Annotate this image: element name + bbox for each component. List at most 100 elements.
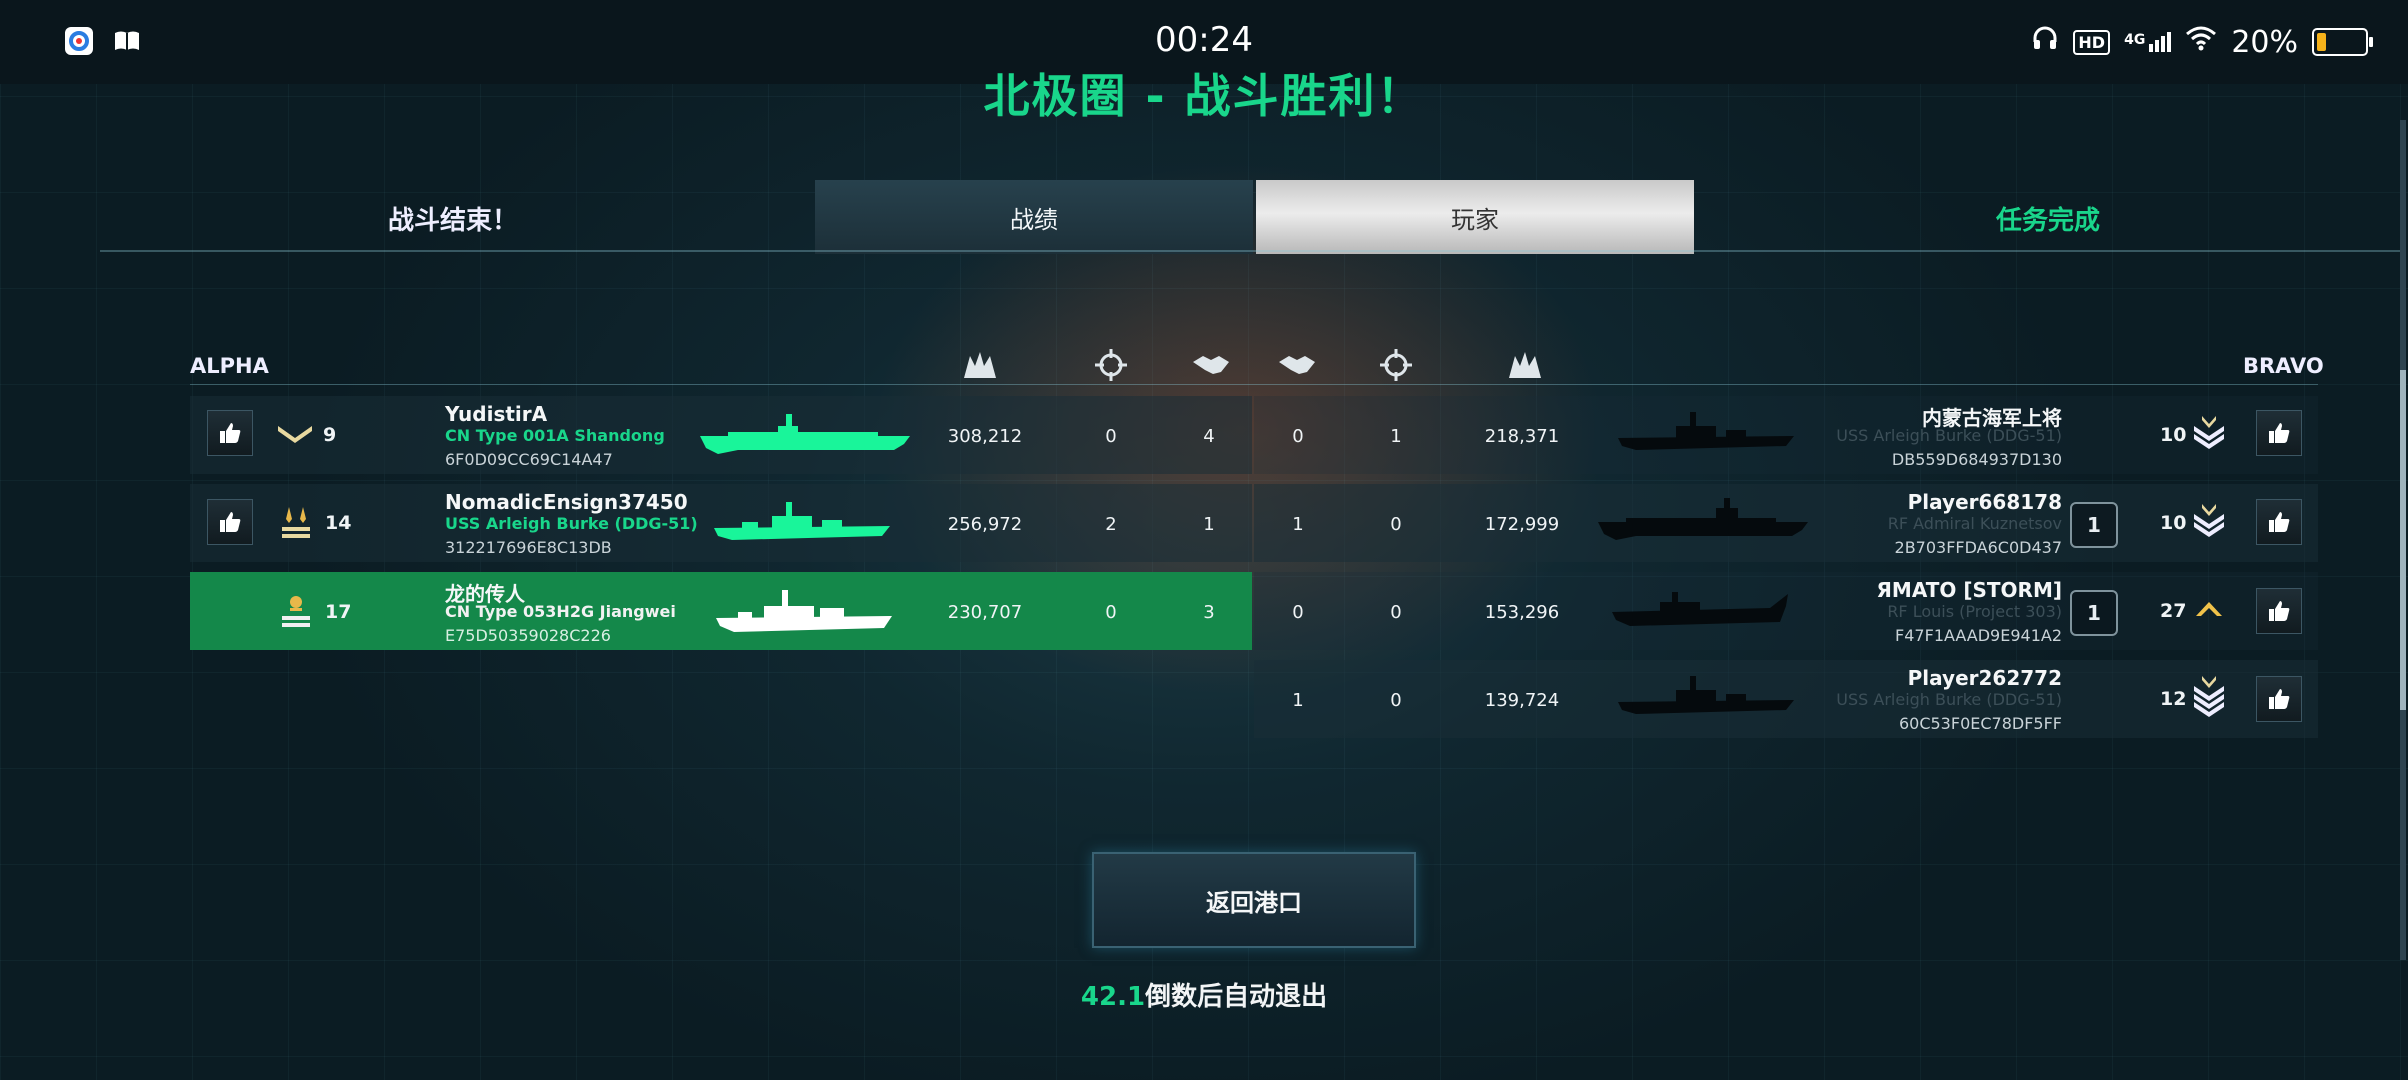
carrier-ship-silhouette bbox=[698, 408, 912, 469]
squad-badge: 1 bbox=[2070, 590, 2118, 636]
auto-exit-countdown: 42.1倒数后自动退出 bbox=[0, 976, 2408, 1013]
ship-name: CN Type 001A Shandong bbox=[445, 426, 665, 445]
player-id: 60C53F0EC78DF5FF bbox=[1898, 714, 2062, 733]
ship-name: CN Type 053H2G Jiangwei bbox=[445, 602, 676, 621]
countdown-text: 倒数后自动退出 bbox=[1145, 982, 1328, 1012]
signal-icon: 4G bbox=[2124, 32, 2172, 52]
thumbs-up-icon bbox=[2269, 601, 2290, 621]
assists-value: 0 bbox=[1292, 426, 1304, 447]
damage-icon bbox=[1505, 348, 1545, 382]
damage-icon bbox=[960, 348, 1000, 382]
player-id: 312217696E8C13DB bbox=[445, 538, 612, 557]
team-alpha-label: ALPHA bbox=[190, 354, 269, 378]
battery-percent: 20% bbox=[2231, 24, 2298, 60]
thumbs-up-icon bbox=[220, 423, 241, 443]
hd-indicator: HD bbox=[2073, 29, 2111, 55]
scrollbar-thumb[interactable] bbox=[2400, 370, 2406, 710]
player-id: F47F1AAAD9E941A2 bbox=[1895, 626, 2062, 645]
headphones-icon bbox=[2031, 24, 2059, 60]
damage-value: 256,972 bbox=[947, 514, 1023, 535]
assists-value: 1 bbox=[1292, 690, 1304, 711]
damage-value: 153,296 bbox=[1484, 602, 1560, 623]
like-button[interactable] bbox=[2256, 676, 2302, 722]
ship-name: USS Arleigh Burke (DDG-51) bbox=[445, 514, 698, 533]
team-bravo-label: BRAVO bbox=[2243, 354, 2324, 378]
damage-value: 230,707 bbox=[947, 602, 1023, 623]
tab-players[interactable]: 玩家 bbox=[1256, 180, 1694, 254]
destroyer-ship-silhouette bbox=[712, 494, 892, 555]
rank-icon bbox=[2192, 672, 2226, 725]
assists-value: 1 bbox=[1292, 514, 1304, 535]
rank-icon bbox=[280, 505, 312, 546]
thumbs-up-icon bbox=[2269, 512, 2290, 532]
player-name: Player668178 bbox=[1907, 490, 2062, 514]
rank-icon bbox=[2192, 412, 2226, 457]
kills-icon bbox=[1376, 348, 1416, 382]
battle-over-label: 战斗结束！ bbox=[388, 206, 519, 236]
thumbs-up-icon bbox=[2269, 423, 2290, 443]
player-rank: 17 bbox=[325, 601, 352, 623]
assists-value: 3 bbox=[1203, 602, 1215, 623]
player-name: Player262772 bbox=[1907, 666, 2062, 690]
kills-value: 0 bbox=[1105, 602, 1117, 623]
wifi-icon bbox=[2185, 24, 2217, 60]
player-name: ЯMATO [STORM] bbox=[1876, 578, 2062, 602]
like-button[interactable] bbox=[2256, 410, 2302, 456]
like-button[interactable] bbox=[2256, 499, 2302, 545]
damage-value: 139,724 bbox=[1484, 690, 1560, 711]
player-id: 2B703FFDA6C0D437 bbox=[1894, 538, 2062, 557]
header-divider bbox=[190, 384, 2318, 385]
kills-icon bbox=[1091, 348, 1131, 382]
ship-name: USS Arleigh Burke (DDG-51) bbox=[1836, 690, 2062, 709]
countdown-value: 42.1 bbox=[1080, 982, 1146, 1012]
thumbs-up-icon bbox=[220, 512, 241, 532]
like-button[interactable] bbox=[207, 499, 253, 545]
enemy-ship-silhouette bbox=[1610, 582, 1790, 643]
player-id: E75D50359028C226 bbox=[445, 626, 611, 645]
assists-value: 1 bbox=[1203, 514, 1215, 535]
kills-value: 0 bbox=[1390, 690, 1402, 711]
rank-icon bbox=[2194, 596, 2224, 625]
return-to-port-button[interactable]: 返回港口 bbox=[1092, 852, 1416, 948]
rank-icon bbox=[2192, 500, 2226, 545]
player-id: DB559D684937D130 bbox=[1891, 450, 2062, 469]
rank-icon bbox=[276, 422, 314, 451]
battery-icon bbox=[2312, 28, 2373, 56]
frigate-ship-silhouette bbox=[714, 582, 894, 647]
player-rank: 9 bbox=[323, 424, 337, 446]
player-name: YudistirA bbox=[445, 402, 548, 426]
enemy-ship-silhouette bbox=[1616, 668, 1796, 729]
tab-stats[interactable]: 战绩 bbox=[815, 180, 1253, 254]
kills-value: 2 bbox=[1105, 514, 1117, 535]
assists-value: 0 bbox=[1292, 602, 1304, 623]
damage-value: 308,212 bbox=[947, 426, 1023, 447]
player-rank: 27 bbox=[2160, 600, 2187, 622]
damage-value: 218,371 bbox=[1484, 426, 1560, 447]
tab-mission-complete[interactable]: 任务完成 bbox=[1996, 200, 2100, 237]
kills-value: 0 bbox=[1390, 514, 1402, 535]
assists-icon bbox=[1191, 348, 1231, 382]
player-rank: 10 bbox=[2160, 424, 2187, 446]
ship-name: RF Louis (Project 303) bbox=[1887, 602, 2062, 621]
page-title: 北极圈 - 战斗胜利！ bbox=[983, 69, 1425, 123]
enemy-ship-silhouette bbox=[1596, 494, 1810, 555]
assists-value: 4 bbox=[1203, 426, 1215, 447]
damage-value: 172,999 bbox=[1484, 514, 1560, 535]
enemy-ship-silhouette bbox=[1616, 404, 1796, 465]
squad-badge: 1 bbox=[2070, 502, 2118, 548]
kills-value: 0 bbox=[1105, 426, 1117, 447]
player-rank: 12 bbox=[2160, 688, 2187, 710]
assists-icon bbox=[1277, 348, 1317, 382]
ship-name: USS Arleigh Burke (DDG-51) bbox=[1836, 426, 2062, 445]
thumbs-up-icon bbox=[2269, 689, 2290, 709]
ship-name: RF Admiral Kuznetsov bbox=[1887, 514, 2062, 533]
tab-divider bbox=[100, 250, 2400, 252]
kills-value: 1 bbox=[1390, 426, 1402, 447]
player-id: 6F0D09CC69C14A47 bbox=[445, 450, 613, 469]
rank-icon bbox=[280, 592, 312, 637]
like-button[interactable] bbox=[2256, 588, 2302, 634]
kills-value: 0 bbox=[1390, 602, 1402, 623]
player-name: NomadicEnsign37450 bbox=[445, 490, 688, 514]
player-rank: 10 bbox=[2160, 512, 2187, 534]
like-button[interactable] bbox=[207, 410, 253, 456]
